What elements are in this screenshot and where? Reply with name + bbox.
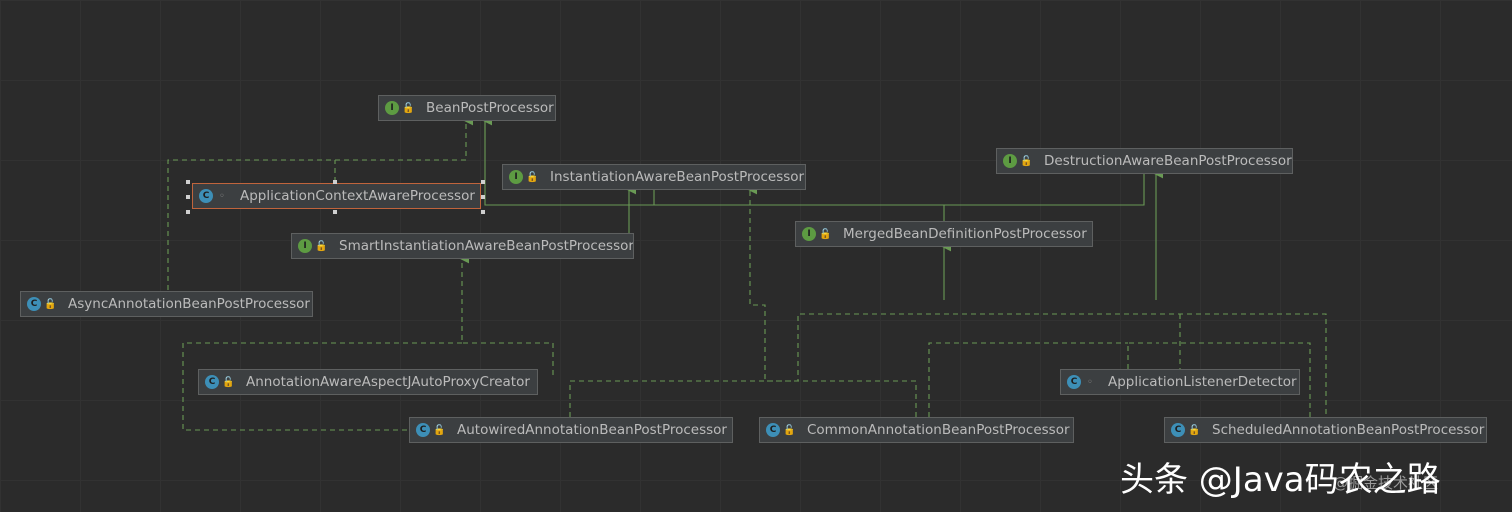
node-bean-post-processor[interactable]: I 🔓 BeanPostProcessor (378, 95, 556, 121)
node-label: ApplicationContextAwareProcessor (240, 188, 475, 204)
selection-handle[interactable] (186, 180, 190, 184)
edge-autowired-to-merged (569, 313, 944, 417)
node-instantiation-aware-bean-post-processor[interactable]: I 🔓 InstantiationAwareBeanPostProcessor (502, 164, 806, 190)
selection-handle[interactable] (481, 210, 485, 214)
node-label: DestructionAwareBeanPostProcessor (1044, 153, 1292, 169)
node-label: AnnotationAwareAspectJAutoProxyCreator (246, 374, 530, 390)
class-icon: C (27, 297, 41, 311)
node-async-annotation-bean-post-processor[interactable]: C 🔓 AsyncAnnotationBeanPostProcessor (20, 291, 313, 317)
class-icon: C (766, 423, 780, 437)
package-private-icon: ◦ (219, 190, 225, 202)
node-label: MergedBeanDefinitionPostProcessor (843, 226, 1087, 242)
lock-open-icon: 🔓 (315, 240, 328, 252)
node-label: AsyncAnnotationBeanPostProcessor (68, 296, 310, 312)
selection-handle[interactable] (333, 210, 337, 214)
selection-handle[interactable] (481, 195, 485, 199)
interface-icon: I (385, 101, 399, 115)
node-common-annotation-bean-post-processor[interactable]: C 🔓 CommonAnnotationBeanPostProcessor (759, 417, 1074, 443)
node-autowired-annotation-bean-post-processor[interactable]: C 🔓 AutowiredAnnotationBeanPostProcessor (409, 417, 733, 443)
node-application-listener-detector[interactable]: C ◦ ApplicationListenerDetector (1060, 369, 1300, 395)
node-label: SmartInstantiationAwareBeanPostProcessor (339, 238, 634, 254)
watermark-main: 头条 @Java码农之路 (1120, 460, 1441, 500)
node-label: AutowiredAnnotationBeanPostProcessor (457, 422, 727, 438)
edge-aspectj-to-smart (460, 254, 554, 375)
lock-open-icon: 🔓 (222, 376, 235, 388)
package-private-icon: ◦ (1087, 376, 1093, 388)
lock-open-icon: 🔓 (1188, 424, 1201, 436)
selection-handle[interactable] (333, 180, 337, 184)
selection-handle[interactable] (481, 180, 485, 184)
node-application-context-aware-processor[interactable]: C ◦ ApplicationContextAwareProcessor (192, 183, 481, 209)
node-annotation-aware-aspectj-auto-proxy-creator[interactable]: C 🔓 AnnotationAwareAspectJAutoProxyCreat… (198, 369, 538, 395)
class-icon: C (199, 189, 213, 203)
lock-open-icon: 🔓 (44, 298, 57, 310)
class-icon: C (416, 423, 430, 437)
lock-open-icon: 🔓 (402, 102, 415, 114)
interface-icon: I (298, 239, 312, 253)
node-label: ApplicationListenerDetector (1108, 374, 1297, 390)
lock-open-icon: 🔓 (783, 424, 796, 436)
edge-merged-right (944, 313, 1327, 417)
node-smart-instantiation-aware-bean-post-processor[interactable]: I 🔓 SmartInstantiationAwareBeanPostProce… (291, 233, 634, 259)
interface-icon: I (802, 227, 816, 241)
node-scheduled-annotation-bean-post-processor[interactable]: C 🔓 ScheduledAnnotationBeanPostProcessor (1164, 417, 1487, 443)
node-label: ScheduledAnnotationBeanPostProcessor (1212, 422, 1485, 438)
node-destruction-aware-bean-post-processor[interactable]: I 🔓 DestructionAwareBeanPostProcessor (996, 148, 1293, 174)
node-merged-bean-definition-post-processor[interactable]: I 🔓 MergedBeanDefinitionPostProcessor (795, 221, 1093, 247)
node-label: CommonAnnotationBeanPostProcessor (807, 422, 1070, 438)
node-label: BeanPostProcessor (426, 100, 554, 116)
lock-open-icon: 🔓 (433, 424, 446, 436)
lock-open-icon: 🔓 (819, 228, 832, 240)
lock-open-icon: 🔓 (1020, 155, 1033, 167)
class-icon: C (1067, 375, 1081, 389)
class-icon: C (1171, 423, 1185, 437)
interface-icon: I (509, 170, 523, 184)
interface-icon: I (1003, 154, 1017, 168)
lock-open-icon: 🔓 (526, 171, 539, 183)
node-label: InstantiationAwareBeanPostProcessor (550, 169, 805, 185)
selection-handle[interactable] (186, 210, 190, 214)
selection-handle[interactable] (186, 195, 190, 199)
class-icon: C (205, 375, 219, 389)
edge-listener-to-destruction (1127, 342, 1156, 369)
